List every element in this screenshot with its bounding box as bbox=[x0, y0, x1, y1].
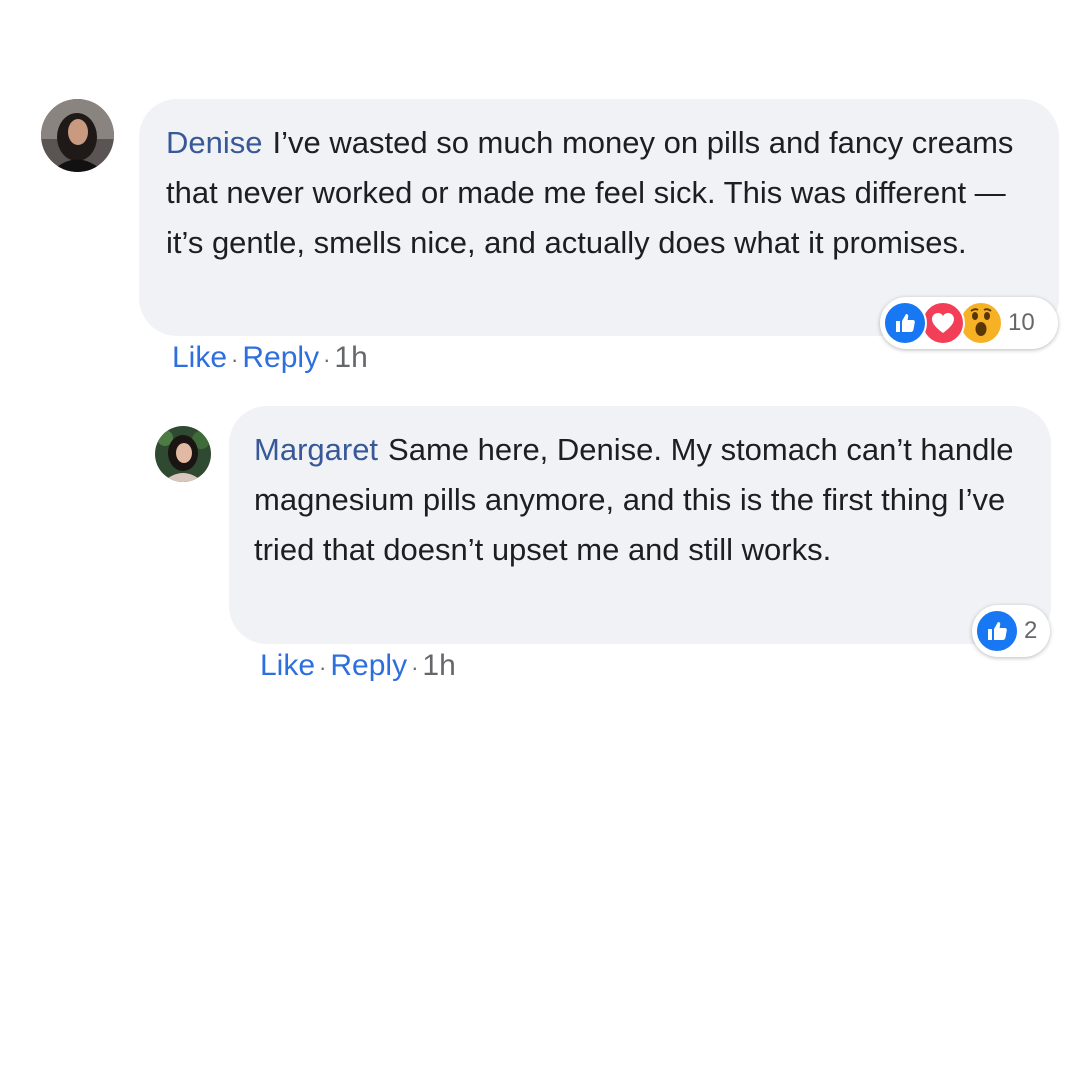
separator-dot: · bbox=[323, 347, 331, 372]
reaction-summary[interactable]: 10 bbox=[880, 297, 1058, 349]
separator-dot: · bbox=[319, 655, 327, 680]
comment-author[interactable]: Denise bbox=[166, 125, 263, 160]
reaction-count: 10 bbox=[1008, 309, 1035, 336]
avatar-photo bbox=[41, 99, 114, 172]
like-link[interactable]: Like bbox=[260, 649, 315, 682]
love-icon bbox=[921, 301, 965, 345]
comment-bubble-margaret: Margaret Same here, Denise. My stomach ca… bbox=[229, 406, 1051, 644]
comment-actions: Like · Reply · 1h bbox=[172, 338, 368, 380]
reaction-count: 2 bbox=[1024, 617, 1038, 644]
separator-dot: · bbox=[411, 655, 419, 680]
comment-actions: Like · Reply · 1h bbox=[260, 646, 456, 688]
like-icon bbox=[883, 301, 927, 345]
avatar-photo bbox=[155, 426, 211, 482]
reply-link[interactable]: Reply bbox=[330, 649, 407, 682]
comment-timestamp[interactable]: 1h bbox=[334, 341, 367, 374]
separator-dot: · bbox=[231, 347, 239, 372]
comment-author[interactable]: Margaret bbox=[254, 432, 378, 467]
reply-link[interactable]: Reply bbox=[242, 341, 319, 374]
avatar-margaret[interactable] bbox=[155, 426, 211, 482]
comment-timestamp[interactable]: 1h bbox=[422, 649, 455, 682]
like-icon bbox=[975, 609, 1019, 653]
comment-text: I’ve wasted so much money on pills and f… bbox=[166, 125, 1014, 260]
avatar-denise[interactable] bbox=[41, 99, 114, 172]
reaction-summary[interactable]: 2 bbox=[972, 605, 1050, 657]
wow-icon bbox=[959, 301, 1003, 345]
like-link[interactable]: Like bbox=[172, 341, 227, 374]
